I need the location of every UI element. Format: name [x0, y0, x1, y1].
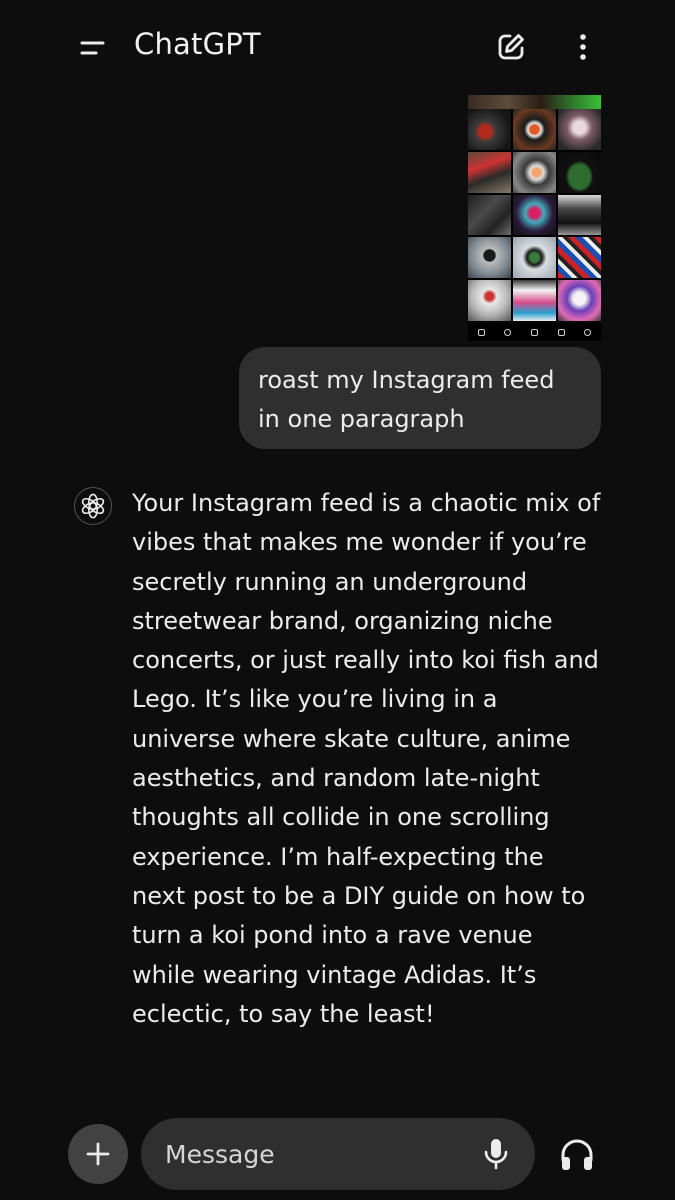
thumbnail-tile [468, 280, 511, 321]
attached-image[interactable] [468, 95, 601, 341]
headphones-icon [561, 1139, 593, 1170]
new-chat-button[interactable] [490, 26, 532, 68]
thumbnail-nav-bar [468, 323, 601, 341]
thumbnail-tile [558, 151, 601, 193]
add-icon [530, 328, 538, 336]
more-options-button[interactable] [564, 26, 602, 68]
reels-icon [557, 328, 565, 336]
microphone-button[interactable] [476, 1134, 516, 1174]
openai-logo-icon [81, 493, 105, 519]
thumbnail-tile [558, 237, 601, 279]
thumbnail-tile [468, 194, 511, 236]
more-vertical-icon [580, 34, 586, 60]
chat-screen: ChatGPT roast my Instagram feed in one p… [0, 0, 675, 1200]
thumbnail-tile [468, 151, 511, 193]
thumbnail-tile [558, 194, 601, 236]
thumbnail-top-strip [468, 95, 601, 109]
app-title: ChatGPT [134, 27, 261, 61]
voice-mode-button[interactable] [554, 1132, 600, 1178]
menu-button[interactable] [72, 28, 112, 68]
thumbnail-grid [468, 109, 601, 321]
thumbnail-tile [468, 109, 511, 150]
plus-icon [86, 1142, 110, 1166]
top-bar: ChatGPT [0, 0, 675, 92]
message-composer [141, 1118, 535, 1190]
message-input[interactable] [165, 1118, 465, 1190]
thumbnail-tile [513, 109, 556, 150]
attach-button[interactable] [68, 1124, 128, 1184]
microphone-icon [484, 1139, 508, 1170]
profile-icon [584, 328, 592, 336]
thumbnail-tile [468, 237, 511, 279]
thumbnail-tile [558, 109, 601, 150]
assistant-avatar [74, 487, 112, 525]
thumbnail-tile [558, 280, 601, 321]
assistant-message-text: Your Instagram feed is a chaotic mix of … [132, 489, 601, 1028]
thumbnail-tile [513, 280, 556, 321]
thumbnail-tile [513, 151, 556, 193]
edit-icon [498, 34, 524, 60]
thumbnail-tile [513, 237, 556, 279]
search-icon [504, 328, 512, 336]
thumbnail-tile [513, 194, 556, 236]
home-icon [477, 328, 485, 336]
menu-icon [80, 41, 105, 55]
user-message-bubble: roast my Instagram feed in one paragraph [239, 347, 601, 449]
